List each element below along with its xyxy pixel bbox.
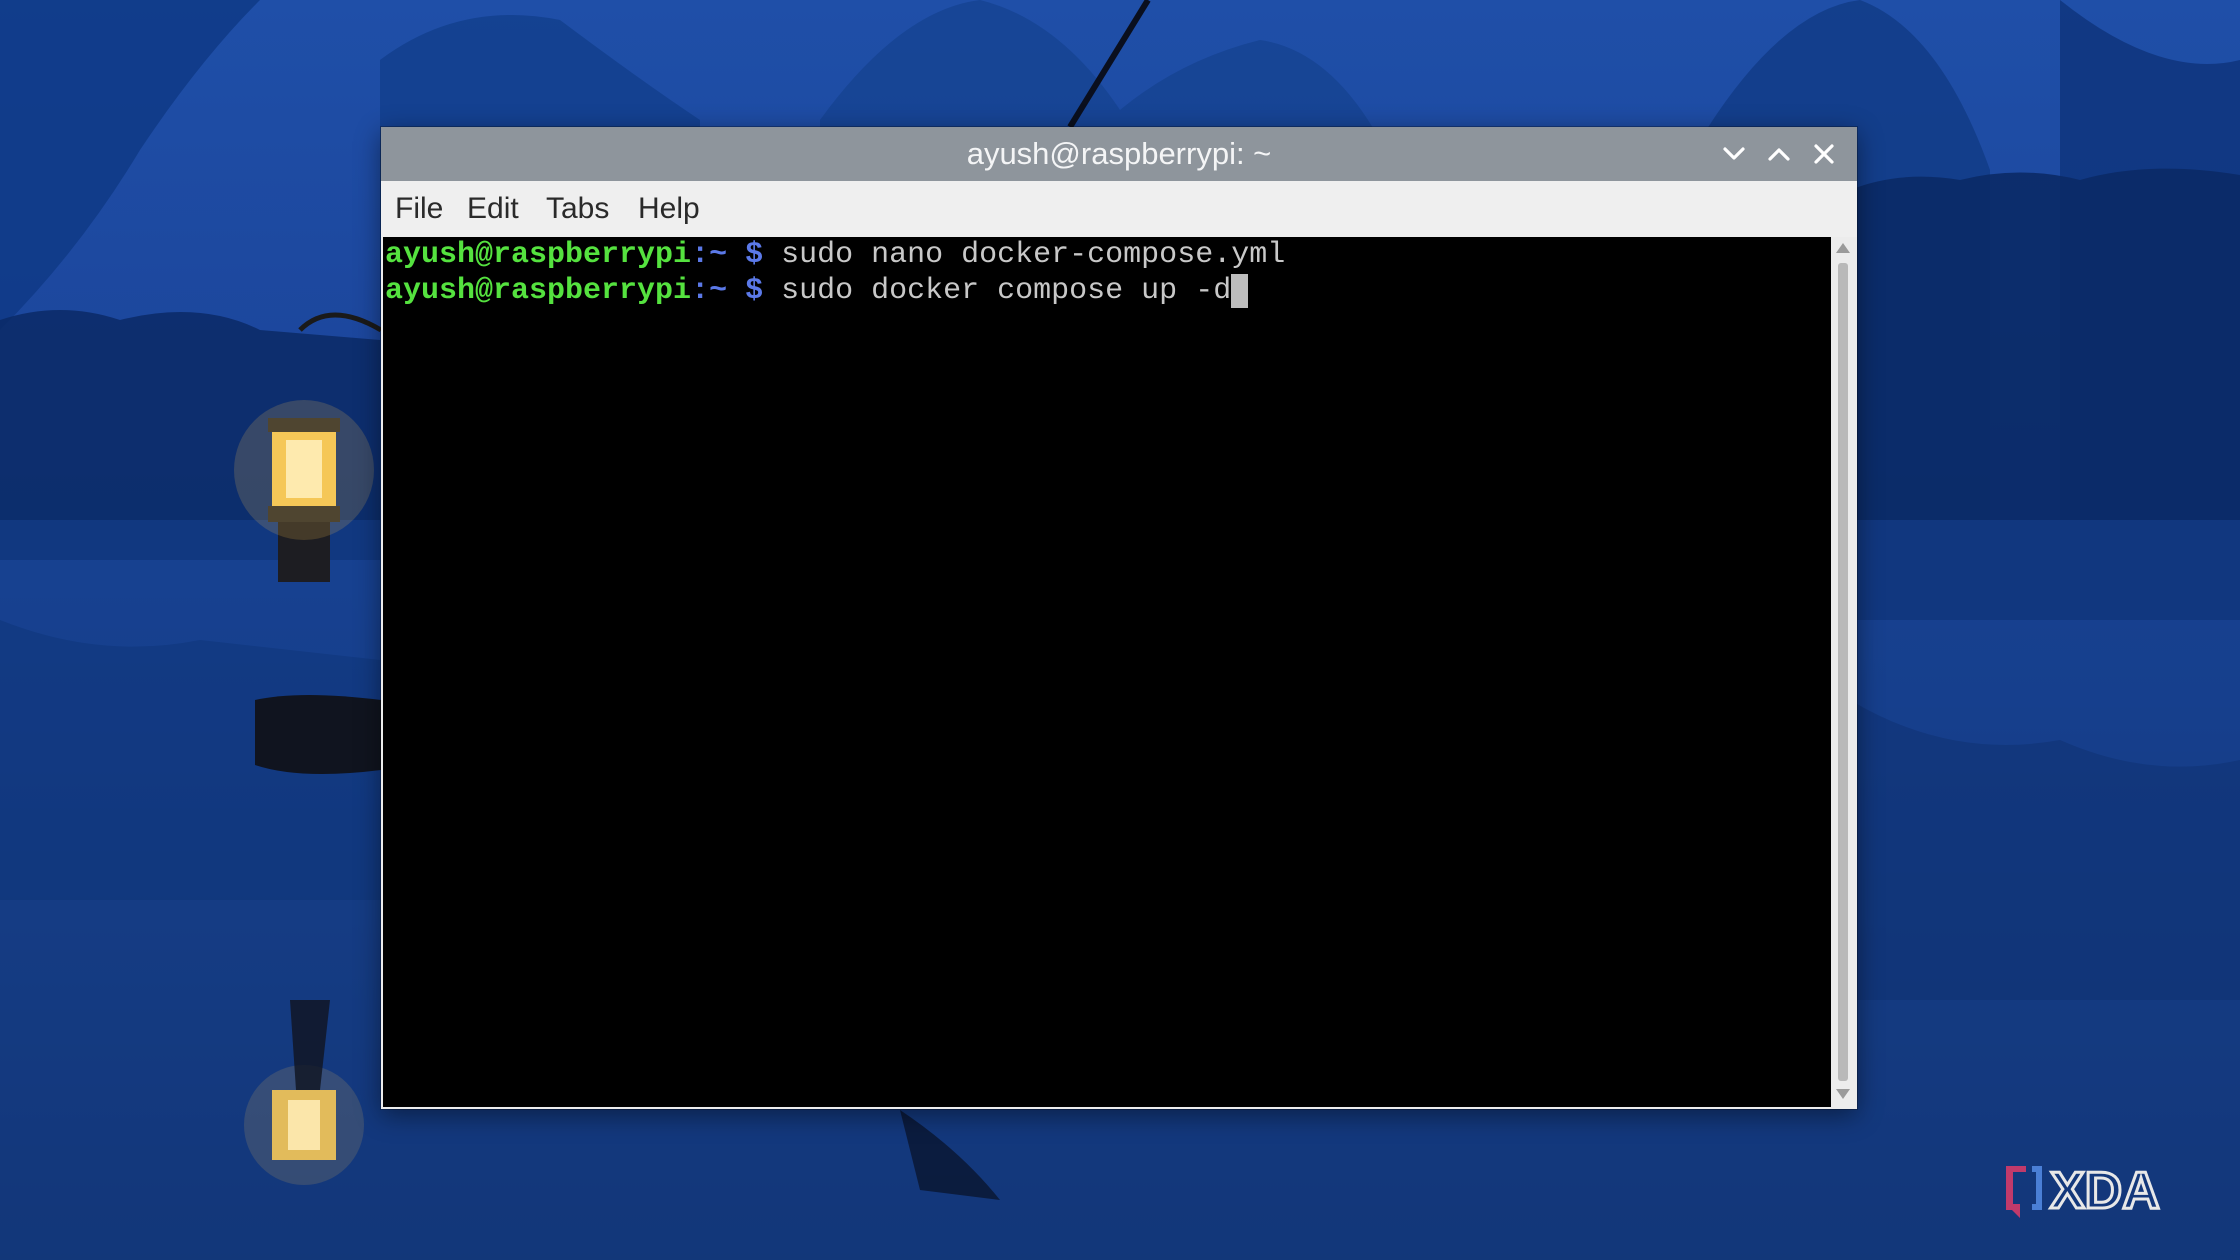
scroll-down-icon[interactable] [1835,1087,1851,1101]
vertical-scrollbar[interactable] [1831,237,1855,1107]
close-button[interactable] [1806,136,1842,172]
prompt-symbol: $ [745,238,764,272]
prompt-path: :~ [691,238,728,272]
menu-bar: File Edit Tabs Help [381,181,1857,237]
title-bar[interactable]: ayush@raspberrypi: ~ [381,127,1857,181]
xda-logo-icon: XDA [2006,1161,2161,1222]
window-title: ayush@raspberrypi: ~ [966,136,1272,171]
prompt-symbol: $ [745,274,764,308]
menu-edit[interactable]: Edit [467,181,519,237]
terminal-line: ayush@raspberrypi:~ $ sudo nano docker-c… [385,237,1285,273]
close-icon [1814,144,1834,164]
command-input[interactable]: sudo docker compose up -d [781,274,1231,308]
prompt-path: :~ [691,274,728,308]
menu-file[interactable]: File [395,181,443,237]
maximize-button[interactable] [1761,136,1797,172]
menu-tabs[interactable]: Tabs [546,181,609,237]
terminal-line: ayush@raspberrypi:~ $ sudo docker compos… [385,273,1249,309]
scroll-up-icon[interactable] [1835,241,1851,255]
chevron-up-icon [1768,148,1790,161]
text-cursor [1231,274,1249,308]
terminal-output[interactable]: ayush@raspberrypi:~ $ sudo nano docker-c… [383,237,1831,1107]
prompt-user-host: ayush@raspberrypi [385,238,692,272]
scrollbar-thumb[interactable] [1838,263,1848,1081]
svg-text:XDA: XDA [2050,1162,2160,1220]
command-text: sudo nano docker-compose.yml [781,238,1286,272]
menu-help[interactable]: Help [638,181,700,237]
prompt-user-host: ayush@raspberrypi [385,274,692,308]
chevron-down-icon [1723,147,1745,160]
minimize-button[interactable] [1716,136,1752,172]
terminal-window: ayush@raspberrypi: ~ File Edit Tabs Help… [381,127,1857,1109]
